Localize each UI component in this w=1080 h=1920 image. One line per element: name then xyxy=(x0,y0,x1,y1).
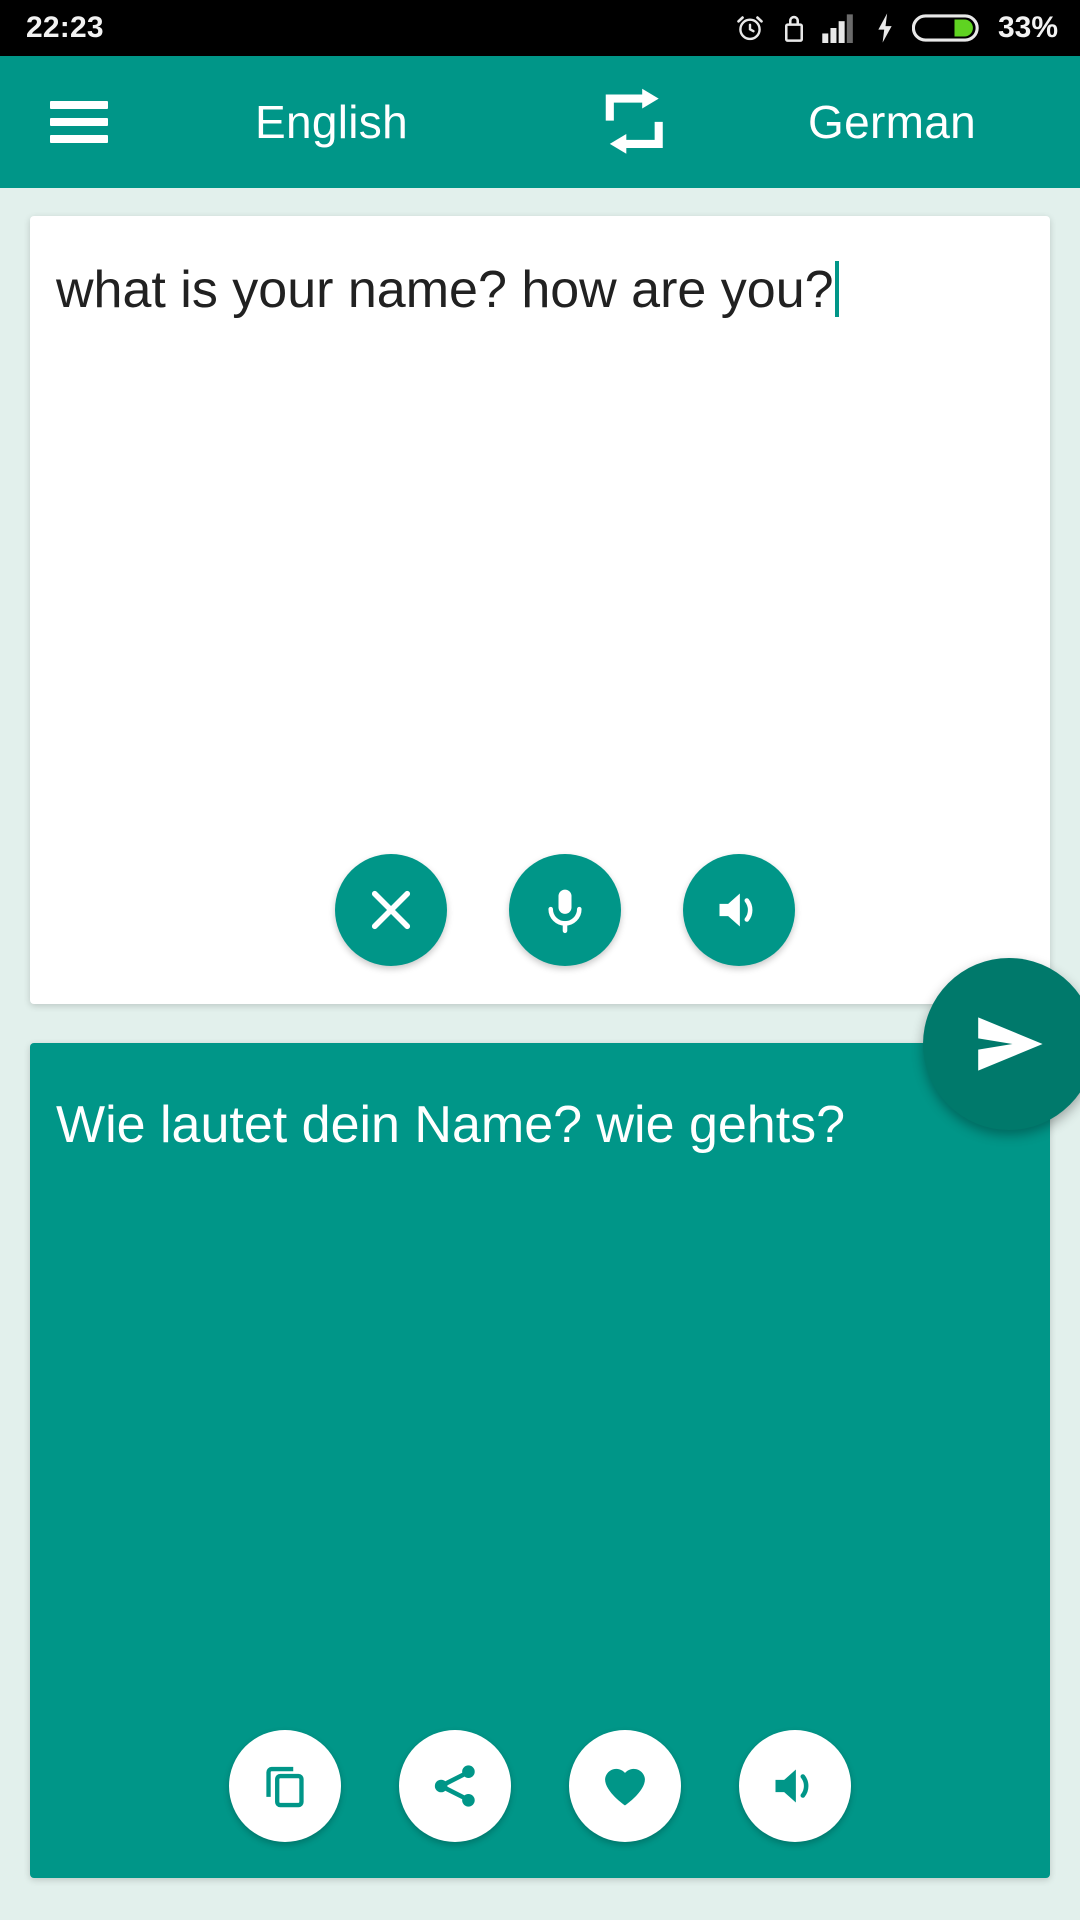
voice-input-button[interactable] xyxy=(509,854,621,966)
translation-result-card: Wie lautet dein Name? wie gehts? xyxy=(30,1043,1050,1878)
send-icon xyxy=(978,1017,1043,1071)
target-language-selector[interactable]: German xyxy=(808,95,976,149)
heart-icon xyxy=(605,1768,645,1806)
battery-percent: 33% xyxy=(997,11,1058,44)
alarm-clock-icon xyxy=(737,16,763,41)
status-icons: 33% xyxy=(734,11,1058,45)
source-text-input[interactable]: what is your name? how are you? xyxy=(56,258,1024,323)
app-bar: English German xyxy=(0,56,1080,188)
charging-bolt-icon xyxy=(878,13,892,43)
lock-icon xyxy=(784,15,803,42)
speaker-icon xyxy=(775,1769,809,1803)
source-actions xyxy=(30,854,1050,966)
share-icon xyxy=(434,1765,475,1807)
copy-icon xyxy=(266,1766,304,1808)
translation-text: Wie lautet dein Name? wie gehts? xyxy=(56,1096,846,1154)
microphone-icon xyxy=(548,889,582,934)
swap-languages-icon xyxy=(605,88,663,154)
translation-actions xyxy=(30,1730,1050,1842)
hamburger-line xyxy=(50,135,108,143)
source-language-selector[interactable]: English xyxy=(255,95,408,149)
speaker-icon xyxy=(719,893,753,927)
text-caret xyxy=(834,261,839,317)
speak-target-button[interactable] xyxy=(739,1730,851,1842)
share-button[interactable] xyxy=(399,1730,511,1842)
close-icon xyxy=(371,890,411,930)
hamburger-line xyxy=(50,101,108,109)
copy-button[interactable] xyxy=(229,1730,341,1842)
source-text-card: what is your name? how are you? xyxy=(30,216,1050,1004)
hamburger-line xyxy=(50,118,108,126)
status-time: 22:23 xyxy=(26,11,104,44)
favorite-button[interactable] xyxy=(569,1730,681,1842)
hamburger-menu-icon[interactable] xyxy=(50,101,108,143)
clear-button[interactable] xyxy=(335,854,447,966)
signal-bars-icon xyxy=(822,14,853,43)
swap-languages-button[interactable] xyxy=(590,77,680,167)
translator-content: what is your name? how are you? Wie laut… xyxy=(0,188,1080,1920)
source-text-value: what is your name? how are you? xyxy=(56,261,834,319)
battery-icon xyxy=(911,14,979,42)
status-bar: 22:23 33% xyxy=(0,0,1080,56)
speak-source-button[interactable] xyxy=(683,854,795,966)
